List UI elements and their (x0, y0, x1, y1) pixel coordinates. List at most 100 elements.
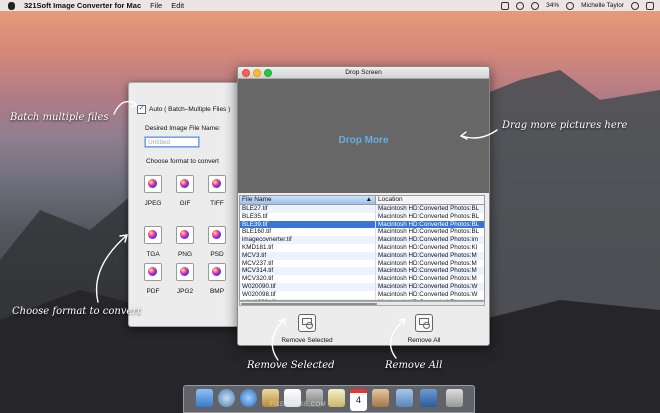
horizontal-scrollbar[interactable] (239, 301, 485, 306)
format-tiff-button[interactable]: TIFF (202, 175, 232, 207)
filename-field[interactable]: Untitled (145, 137, 199, 147)
file-name-cell: MCV320.tif (240, 275, 376, 283)
format-jpg2-button[interactable]: JPG2 (170, 263, 200, 295)
table-row[interactable]: BLE39.tif Macintosh HD:Converted Photos:B… (240, 220, 484, 229)
auto-batch-label: Auto ( Batch–Multiple Files ) (149, 106, 231, 113)
table-row[interactable]: KMD181.tif Macintosh HD:Converted Photos:… (240, 243, 484, 252)
location-cell: Macintosh HD:Converted Photos:M (378, 251, 477, 259)
menu-file[interactable]: File (150, 1, 162, 10)
user-menu[interactable]: Michelle Taylor (581, 2, 624, 9)
format-bmp-button[interactable]: BMP (202, 263, 232, 295)
sort-arrow-icon: ▲ (365, 196, 372, 203)
volume-icon[interactable] (531, 1, 540, 10)
location-cell: Macintosh HD:Converted Photos:BL (378, 220, 480, 228)
file-name-cell: MCV237.tif (240, 259, 376, 268)
column-header-file-name[interactable]: File Name ▲ (240, 196, 376, 204)
location-cell: Macintosh HD:Converted Photos:BL (378, 212, 480, 220)
converter-window: ✓ Auto ( Batch–Multiple Files ) Desired … (128, 82, 242, 327)
drop-screen-titlebar[interactable]: Drop Screen (238, 67, 489, 79)
auto-batch-option[interactable]: ✓ Auto ( Batch–Multiple Files ) (137, 105, 230, 114)
wifi-icon[interactable] (516, 1, 525, 10)
filename-label: Desired Image File Name: (145, 125, 221, 132)
app-icon[interactable] (372, 389, 389, 407)
file-name-cell: BLE27.tif (240, 205, 376, 213)
minimize-window-icon[interactable] (253, 69, 261, 77)
auto-batch-checkbox[interactable]: ✓ (137, 105, 146, 114)
window-title: Drop Screen (345, 69, 382, 76)
close-window-icon[interactable] (242, 69, 250, 77)
location-cell: Macintosh HD:Converted Photos:BL (378, 205, 480, 212)
file-name-cell: KMD181.tif (240, 243, 376, 252)
downloads-folder-icon[interactable] (420, 389, 437, 407)
time-machine-icon[interactable] (501, 1, 510, 10)
calendar-icon[interactable]: 4 (350, 389, 367, 411)
format-jpeg-button[interactable]: JPEG (138, 175, 168, 207)
table-row[interactable]: W020098.tif Macintosh HD:Converted Photos… (240, 290, 484, 299)
image-file-icon (208, 175, 226, 193)
apple-menu-icon[interactable] (8, 1, 15, 10)
annotation-remove-all: Remove All (385, 360, 443, 371)
format-tga-button[interactable]: TGA (138, 226, 168, 258)
remove-all-button[interactable]: Remove All (389, 314, 459, 344)
table-row[interactable]: MCV3.tif Macintosh HD:Converted Photos:M (240, 251, 484, 260)
image-file-icon (176, 226, 194, 244)
location-cell: Macintosh HD:Converted Photos:KI (378, 243, 478, 251)
table-row[interactable]: BLE35.tif Macintosh HD:Converted Photos:B… (240, 212, 484, 221)
app-menu[interactable]: 321Soft Image Converter for Mac (24, 1, 141, 10)
finder-icon[interactable] (196, 389, 213, 407)
image-file-icon (144, 175, 162, 193)
image-file-icon (144, 263, 162, 281)
sync-icon[interactable] (566, 1, 575, 10)
format-label: Choose format to convert (146, 158, 219, 165)
file-name-cell: W020090.tif (240, 282, 376, 291)
file-name-cell: BLE160.tif (240, 228, 376, 237)
file-table[interactable]: File Name ▲ Location BLE27.tif Macintosh H… (239, 195, 485, 301)
search-icon[interactable] (631, 1, 639, 10)
location-cell: Macintosh HD:Converted Photos:im (378, 236, 479, 244)
table-row[interactable]: MCV314.tif Macintosh HD:Converted Photos:… (240, 267, 484, 276)
zoom-window-icon[interactable] (264, 69, 272, 77)
column-header-location[interactable]: Location (376, 196, 484, 204)
table-row[interactable]: imagecovnerter.tif Macintosh HD:Converted… (240, 236, 484, 244)
app-store-icon[interactable] (240, 389, 257, 407)
image-file-icon (144, 226, 162, 244)
drop-area[interactable]: Drop More (238, 79, 489, 193)
format-gif-button[interactable]: GIF (170, 175, 200, 207)
location-cell: Macintosh HD:Converted Photos:W (378, 282, 478, 290)
drop-screen-window: Drop Screen Drop More File Name ▲ Locatio… (237, 66, 490, 346)
table-row[interactable]: MCV237.tif Macintosh HD:Converted Photos:… (240, 259, 484, 268)
file-name-cell: imagecovnerter.tif (240, 236, 376, 244)
location-cell: Macintosh HD:Converted Photos:M (378, 267, 477, 275)
location-cell: Macintosh HD:Converted Photos:M (378, 275, 477, 283)
applications-folder-icon[interactable] (396, 389, 413, 407)
format-pdf-button[interactable]: PDF (138, 263, 168, 295)
menu-edit[interactable]: Edit (171, 1, 184, 10)
location-cell: Macintosh HD:Converted Photos:W (378, 290, 478, 298)
annotation-drag: Drag more pictures here (502, 120, 628, 131)
scrollbar-thumb[interactable] (241, 303, 377, 305)
battery-percent[interactable]: 34% (546, 2, 559, 9)
file-name-cell: W020098.tif (240, 290, 376, 299)
annotation-batch: Batch multiple files (10, 112, 109, 123)
image-file-icon (176, 175, 194, 193)
file-name-cell: MCV314.tif (240, 267, 376, 276)
table-row[interactable]: W020090.tif Macintosh HD:Converted Photos… (240, 282, 484, 291)
table-row[interactable]: BLE160.tif Macintosh HD:Converted Photos:… (240, 228, 484, 237)
remove-all-icon (415, 314, 433, 332)
watermark: FILEHORSE.COM (270, 402, 327, 408)
safari-icon[interactable] (218, 389, 235, 407)
table-row[interactable]: MCV320.tif Macintosh HD:Converted Photos:… (240, 275, 484, 283)
remove-selected-button[interactable]: Remove Selected (272, 314, 342, 344)
location-cell: Macintosh HD:Converted Photos:M (378, 259, 477, 267)
file-name-cell: BLE39.tif (240, 220, 376, 229)
dock: 4 (183, 385, 475, 413)
format-psd-button[interactable]: PSD (202, 226, 232, 258)
notification-center-icon[interactable] (646, 1, 654, 10)
stickies-icon[interactable] (328, 389, 345, 407)
trash-icon[interactable] (446, 389, 463, 407)
file-name-cell: BLE35.tif (240, 212, 376, 221)
file-name-cell: MCV3.tif (240, 251, 376, 260)
table-row[interactable]: BLE27.tif Macintosh HD:Converted Photos:B… (240, 205, 484, 213)
format-png-button[interactable]: PNG (170, 226, 200, 258)
image-file-icon (176, 263, 194, 281)
